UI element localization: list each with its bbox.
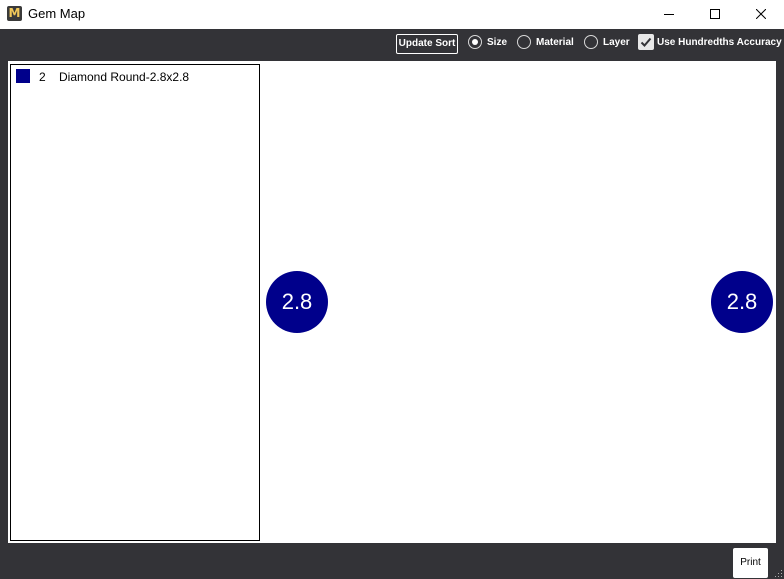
gem-name: Diamond Round-2.8x2.8 xyxy=(59,70,190,84)
maximize-icon xyxy=(710,9,720,19)
minimize-icon xyxy=(664,14,674,15)
minimize-button[interactable] xyxy=(646,0,692,29)
close-icon xyxy=(756,9,766,19)
sort-size-radio[interactable] xyxy=(468,35,482,49)
toolbar: Update Sort Size Material Layer Use Hund… xyxy=(0,29,784,59)
app-logo-icon: M xyxy=(7,6,22,21)
maximize-button[interactable] xyxy=(692,0,738,29)
checkmark-icon xyxy=(640,37,652,47)
print-button[interactable]: Print xyxy=(733,548,768,578)
sort-size-label[interactable]: Size xyxy=(487,37,507,49)
sort-layer-radio[interactable] xyxy=(584,35,598,49)
gem-marker[interactable]: 2.8 xyxy=(711,271,773,333)
close-button[interactable] xyxy=(738,0,784,29)
gem-count: 2 xyxy=(39,70,46,84)
hundredths-accuracy-checkbox[interactable] xyxy=(638,34,654,50)
update-sort-button[interactable]: Update Sort xyxy=(396,34,458,54)
resize-grip-icon[interactable] xyxy=(775,570,783,578)
hundredths-accuracy-label[interactable]: Use Hundredths Accuracy xyxy=(657,37,782,49)
window-title: Gem Map xyxy=(28,6,86,21)
title-bar: M Gem Map xyxy=(0,0,784,29)
gem-map-window: M Gem Map Update Sort Size Material Laye… xyxy=(0,0,784,579)
sort-layer-label[interactable]: Layer xyxy=(603,37,630,49)
sort-material-radio[interactable] xyxy=(517,35,531,49)
footer: Print xyxy=(0,543,784,579)
gem-marker[interactable]: 2.8 xyxy=(266,271,328,333)
sort-material-label[interactable]: Material xyxy=(536,37,574,49)
list-item[interactable]: 2 Diamond Round-2.8x2.8 xyxy=(15,69,255,85)
color-swatch xyxy=(16,69,30,83)
gem-list-panel: 2 Diamond Round-2.8x2.8 xyxy=(10,64,260,541)
gem-map-canvas: 2 Diamond Round-2.8x2.8 2.8 2.8 xyxy=(8,61,776,543)
